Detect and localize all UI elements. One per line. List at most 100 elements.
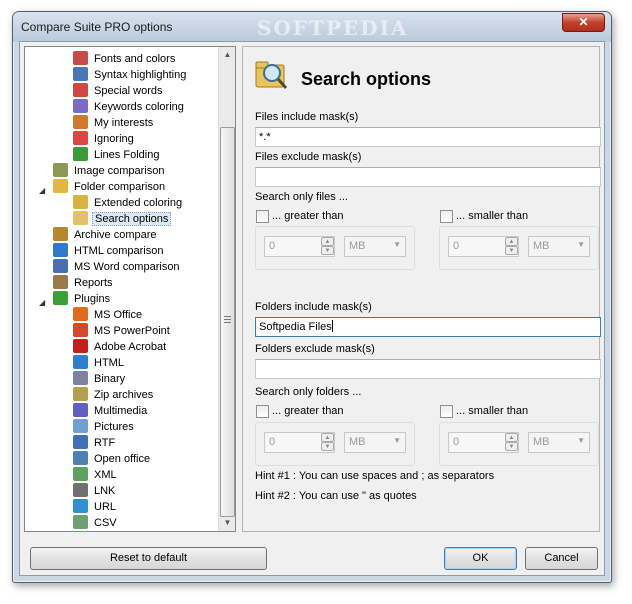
hint-separators: Hint #1 : You can use spaces and ; as se… bbox=[255, 470, 495, 482]
tree-item-ms-office[interactable]: MS Office bbox=[73, 307, 144, 323]
spin-down-icon[interactable]: ▼ bbox=[321, 246, 334, 255]
reset-to-default-button[interactable]: Reset to default bbox=[30, 547, 267, 570]
files-include-label: Files include mask(s) bbox=[255, 111, 359, 123]
scroll-grip-icon bbox=[224, 316, 231, 323]
tree-item-html-compare[interactable]: HTML comparison bbox=[53, 243, 165, 259]
plugins-icon bbox=[53, 291, 68, 305]
files-greater-than-group: 0 ▲ ▼ MB ▼ bbox=[255, 226, 415, 270]
files-min-unit-select[interactable]: MB ▼ bbox=[344, 236, 406, 257]
xml-icon bbox=[73, 467, 88, 481]
tree-item-label: Binary bbox=[94, 373, 126, 385]
files-exclude-input[interactable] bbox=[255, 167, 601, 187]
cancel-button[interactable]: Cancel bbox=[525, 547, 598, 570]
tree-item-acrobat[interactable]: Adobe Acrobat bbox=[73, 339, 168, 355]
files-min-size-spinner[interactable]: 0 ▲ ▼ bbox=[264, 236, 335, 257]
tree-item-lnk[interactable]: LNK bbox=[73, 483, 117, 499]
folders-exclude-input[interactable] bbox=[255, 359, 601, 379]
open-office-icon bbox=[73, 451, 88, 465]
tree-item-powerpoint[interactable]: MS PowerPoint bbox=[73, 323, 172, 339]
tree-item-reports[interactable]: Reports bbox=[53, 275, 115, 291]
spin-up-icon[interactable]: ▲ bbox=[321, 433, 334, 442]
spin-up-icon[interactable]: ▲ bbox=[321, 237, 334, 246]
tree-item-word[interactable]: MS Word comparison bbox=[53, 259, 182, 275]
close-button[interactable]: ✕ bbox=[562, 13, 605, 32]
folders-min-unit-select[interactable]: MB ▼ bbox=[344, 432, 406, 453]
scroll-up-button[interactable]: ▲ bbox=[220, 47, 235, 63]
files-max-unit-select[interactable]: MB ▼ bbox=[528, 236, 590, 257]
tree-item-special-words[interactable]: Special words bbox=[73, 83, 164, 99]
spinner-value: 0 bbox=[269, 436, 276, 448]
files-include-input[interactable]: *.* bbox=[255, 127, 601, 147]
tree-item-xml[interactable]: XML bbox=[73, 467, 119, 483]
search-options-icon bbox=[73, 211, 88, 225]
tree-item-plugins[interactable]: Plugins bbox=[53, 291, 112, 307]
image-icon bbox=[53, 163, 68, 177]
files-greater-than-checkbox[interactable] bbox=[256, 210, 269, 223]
tree-item-zip[interactable]: Zip archives bbox=[73, 387, 155, 403]
tree-item-binary[interactable]: Binary bbox=[73, 371, 127, 387]
plugins-expander[interactable]: ◢ bbox=[39, 299, 47, 307]
tree-item-lines-folding[interactable]: Lines Folding bbox=[73, 147, 161, 163]
files-smaller-than-label: ... smaller than bbox=[456, 210, 529, 222]
tree-item-csv[interactable]: CSV bbox=[73, 515, 119, 531]
ms-office-icon bbox=[73, 307, 88, 321]
tree-item-label: URL bbox=[94, 501, 117, 513]
folders-max-unit-select[interactable]: MB ▼ bbox=[528, 432, 590, 453]
archive-icon bbox=[53, 227, 68, 241]
acrobat-icon bbox=[73, 339, 88, 353]
scroll-thumb[interactable] bbox=[220, 127, 235, 517]
spin-up-icon[interactable]: ▲ bbox=[505, 237, 518, 246]
folders-smaller-than-checkbox[interactable] bbox=[440, 405, 453, 418]
tree-scrollbar[interactable]: ▲ ▼ bbox=[218, 47, 235, 531]
ok-button[interactable]: OK bbox=[444, 547, 517, 570]
folders-include-input[interactable]: Softpedia Files bbox=[255, 317, 601, 337]
tree-item-syntax[interactable]: Syntax highlighting bbox=[73, 67, 188, 83]
unit-value: MB bbox=[533, 240, 550, 252]
spin-down-icon[interactable]: ▼ bbox=[321, 442, 334, 451]
tree-item-html[interactable]: HTML bbox=[73, 355, 126, 371]
search-options-panel: Search options Files include mask(s) *.*… bbox=[242, 46, 601, 532]
spin-down-icon[interactable]: ▼ bbox=[505, 442, 518, 451]
search-only-folders-label: Search only folders ... bbox=[255, 386, 362, 398]
files-smaller-than-checkbox[interactable] bbox=[440, 210, 453, 223]
spin-down-icon[interactable]: ▼ bbox=[505, 246, 518, 255]
rtf-icon bbox=[73, 435, 88, 449]
tree-item-keywords[interactable]: Keywords coloring bbox=[73, 99, 186, 115]
tree-item-interests[interactable]: My interests bbox=[73, 115, 155, 131]
interests-icon bbox=[73, 115, 88, 129]
files-max-size-spinner[interactable]: 0 ▲ ▼ bbox=[448, 236, 519, 257]
html-compare-icon bbox=[53, 243, 68, 257]
folders-max-size-spinner[interactable]: 0 ▲ ▼ bbox=[448, 432, 519, 453]
spin-up-icon[interactable]: ▲ bbox=[505, 433, 518, 442]
tree-item-fonts-colors[interactable]: Fonts and colors bbox=[73, 51, 177, 67]
tree-item-search-options[interactable]: Search options bbox=[73, 211, 172, 227]
hint-quotes: Hint #2 : You can use " as quotes bbox=[255, 490, 417, 502]
tree-item-archive[interactable]: Archive compare bbox=[53, 227, 159, 243]
tree-item-label: Archive compare bbox=[74, 229, 157, 241]
tree-item-folder[interactable]: Folder comparison bbox=[53, 179, 167, 195]
folders-include-value: Softpedia Files bbox=[259, 321, 332, 333]
ignoring-icon bbox=[73, 131, 88, 145]
tree-item-label: Ignoring bbox=[94, 133, 134, 145]
tree-item-rtf[interactable]: RTF bbox=[73, 435, 117, 451]
folders-greater-than-checkbox[interactable] bbox=[256, 405, 269, 418]
spinner-value: 0 bbox=[453, 436, 460, 448]
tree-item-image[interactable]: Image comparison bbox=[53, 163, 167, 179]
chevron-down-icon: ▼ bbox=[393, 436, 401, 445]
title-bar[interactable]: Compare Suite PRO options SOFTPEDIA ✕ bbox=[13, 12, 611, 42]
binary-icon bbox=[73, 371, 88, 385]
csv-icon bbox=[73, 515, 88, 529]
tree-item-pictures[interactable]: Pictures bbox=[73, 419, 136, 435]
scroll-down-button[interactable]: ▼ bbox=[220, 515, 235, 531]
tree-item-label: Reports bbox=[74, 277, 113, 289]
tree-item-open-office[interactable]: Open office bbox=[73, 451, 152, 467]
tree-item-multimedia[interactable]: Multimedia bbox=[73, 403, 149, 419]
tree-item-ignoring[interactable]: Ignoring bbox=[73, 131, 136, 147]
tree-item-label: Zip archives bbox=[94, 389, 154, 401]
folder-comparison-expander[interactable]: ◢ bbox=[39, 187, 47, 195]
tree-item-extended-coloring[interactable]: Extended coloring bbox=[73, 195, 184, 211]
tree-item-url[interactable]: URL bbox=[73, 499, 118, 515]
options-tree[interactable]: Fonts and colors Syntax highlighting Speci… bbox=[24, 46, 236, 532]
softpedia-watermark: SOFTPEDIA bbox=[257, 16, 409, 40]
folders-min-size-spinner[interactable]: 0 ▲ ▼ bbox=[264, 432, 335, 453]
